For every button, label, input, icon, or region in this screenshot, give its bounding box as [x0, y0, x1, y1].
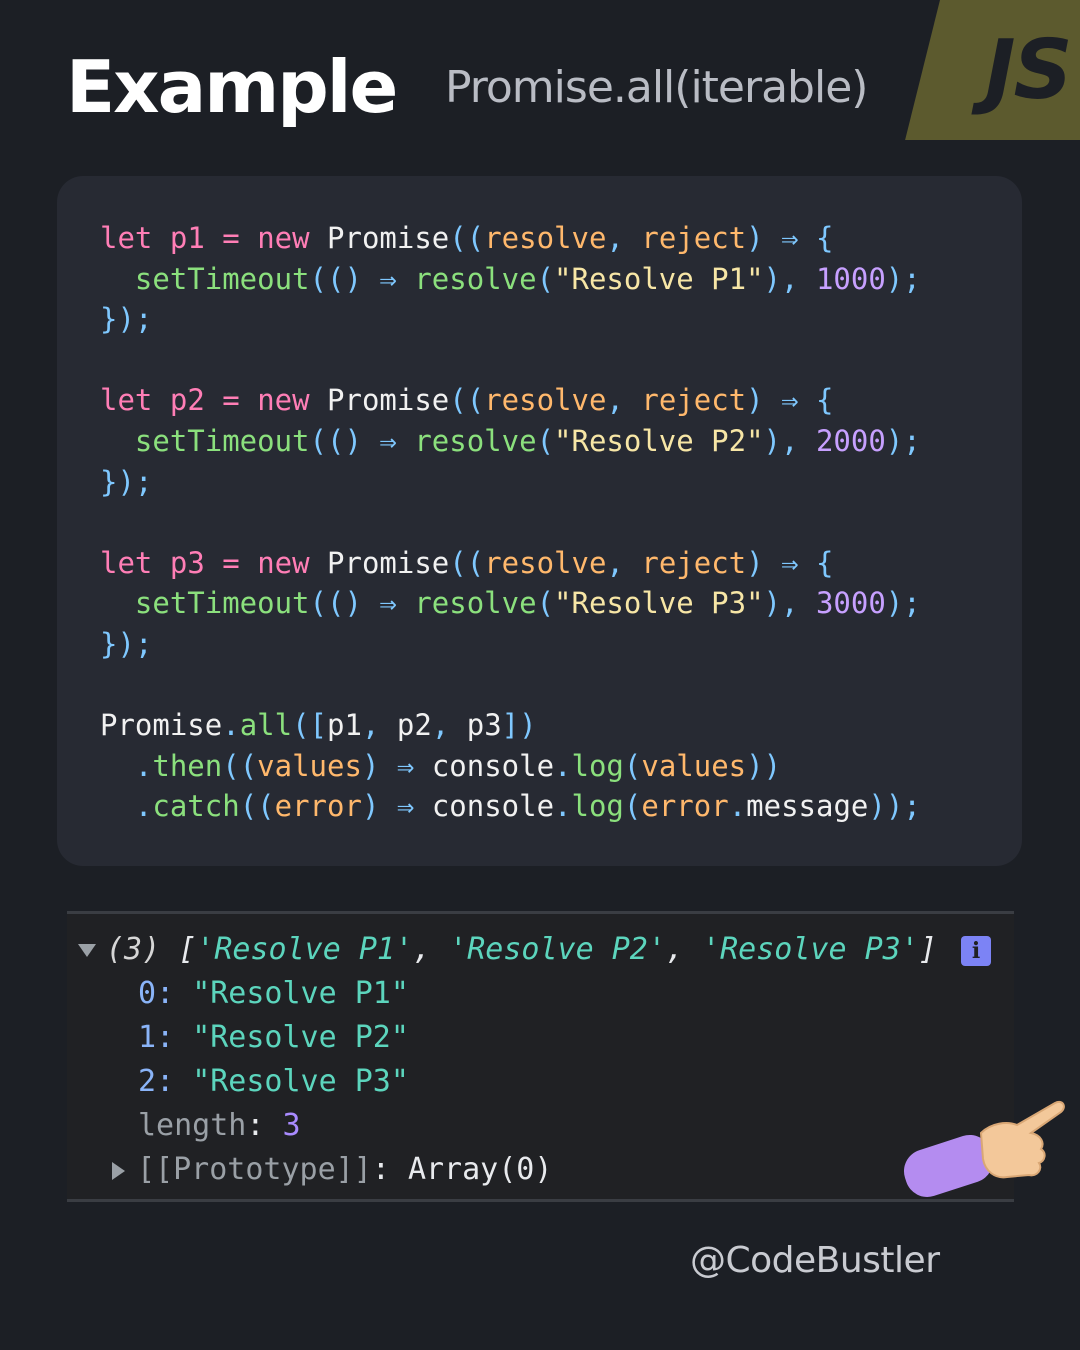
- code-line: Promise.all([p1, p2, p3]): [100, 708, 537, 743]
- console-prototype-row[interactable]: [[Prototype]]: Array(0): [112, 1148, 552, 1192]
- console-summary-item: 'Resolve P3': [702, 932, 919, 967]
- triangle-down-icon[interactable]: [78, 944, 96, 957]
- code-line: let p3 = new Promise((resolve, reject) ⇒…: [100, 545, 834, 580]
- console-entry: 2: "Resolve P3": [138, 1064, 409, 1099]
- console-length-label: length: [138, 1108, 247, 1143]
- author-handle: @CodeBustler: [690, 1240, 940, 1281]
- code-line: .then((values) ⇒ console.log(values)): [134, 748, 782, 783]
- console-prototype-label: [[Prototype]]: [137, 1152, 372, 1187]
- code-line: setTimeout(() ⇒ resolve("Resolve P2"), 2…: [134, 423, 921, 458]
- code-line: let p1 = new Promise((resolve, reject) ⇒…: [100, 221, 834, 255]
- code-line: });: [100, 302, 153, 337]
- console-length-value: 3: [282, 1108, 301, 1143]
- console-summary-item: 'Resolve P2': [449, 932, 666, 967]
- code-line: setTimeout(() ⇒ resolve("Resolve P3"), 3…: [134, 586, 921, 621]
- console-entry-index: 1: [138, 1020, 157, 1055]
- pointing-hand-icon: [903, 1101, 1065, 1197]
- page-subtitle: Promise.all(iterable): [445, 62, 868, 113]
- console-summary-item: 'Resolve P1': [196, 932, 414, 967]
- console-summary-count: (3): [106, 932, 161, 967]
- console-entry-value: "Resolve P1": [192, 976, 409, 1011]
- console-entry-value: "Resolve P3": [192, 1064, 409, 1099]
- console-entry-index: 0: [138, 976, 157, 1011]
- code-line: .catch((error) ⇒ console.log(error.messa…: [134, 789, 921, 824]
- triangle-right-icon[interactable]: [112, 1161, 125, 1180]
- console-entry: 0: "Resolve P1": [138, 976, 409, 1011]
- console-entry: 1: "Resolve P2": [138, 1020, 409, 1055]
- console-entry-index: 2: [138, 1064, 157, 1099]
- page-title: Example: [66, 45, 398, 129]
- console-prototype-value: Array(0): [407, 1152, 553, 1187]
- code-line: setTimeout(() ⇒ resolve("Resolve P1"), 1…: [134, 261, 921, 296]
- code-block: let p1 = new Promise((resolve, reject) ⇒…: [100, 218, 921, 827]
- info-icon[interactable]: i: [961, 936, 991, 966]
- js-badge-label: JS: [985, 23, 1073, 118]
- console-summary-row[interactable]: (3) ['Resolve P1', 'Resolve P2', 'Resolv…: [78, 928, 937, 972]
- code-line: });: [100, 464, 153, 499]
- console-entry-value: "Resolve P2": [192, 1020, 409, 1055]
- code-line: });: [100, 626, 153, 661]
- console-length-row: length: 3: [138, 1108, 301, 1143]
- code-line: let p2 = new Promise((resolve, reject) ⇒…: [100, 383, 834, 418]
